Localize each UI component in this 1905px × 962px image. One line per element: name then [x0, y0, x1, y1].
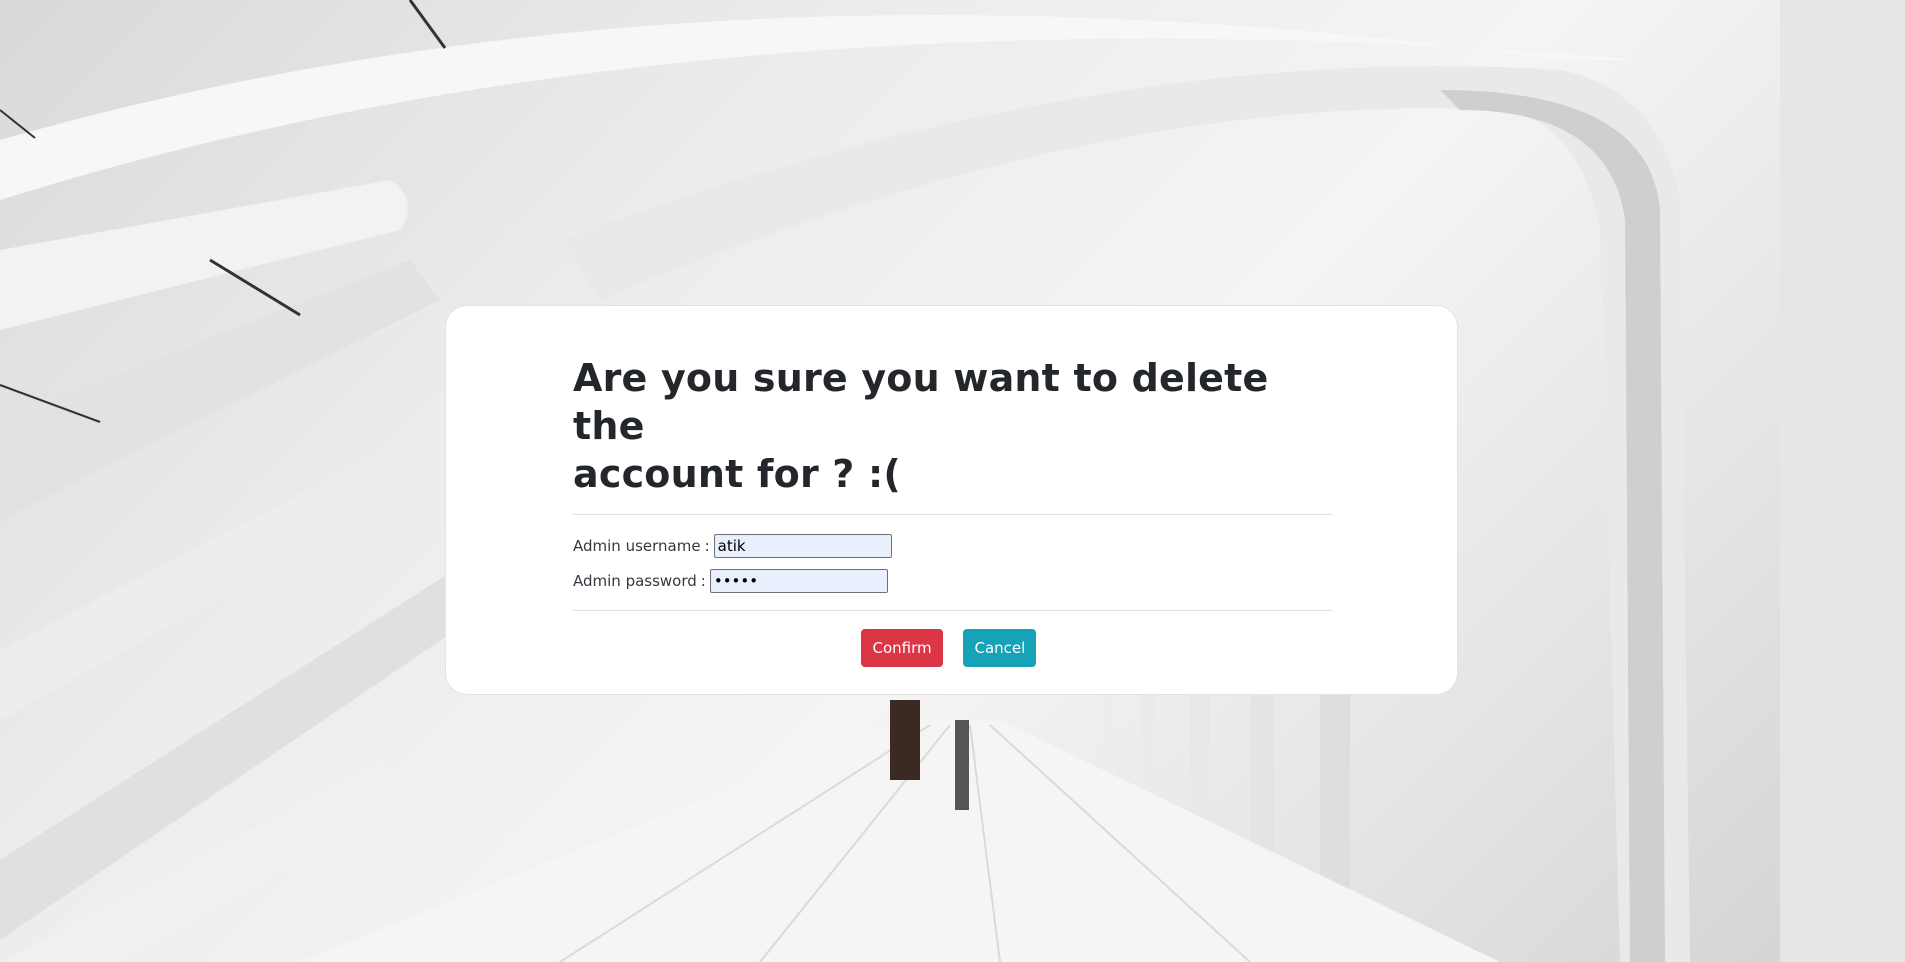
divider-bottom [573, 610, 1333, 611]
dialog-content: Are you sure you want to delete the acco… [573, 354, 1333, 667]
admin-username-input[interactable]: atik [713, 534, 892, 558]
delete-account-dialog: Are you sure you want to delete the acco… [445, 305, 1458, 695]
divider-top [573, 514, 1333, 515]
password-label: Admin password: [573, 572, 706, 590]
confirm-button[interactable]: Confirm [860, 629, 943, 667]
admin-password-input[interactable]: ••••• [709, 569, 888, 593]
password-row: Admin password: ••••• [573, 566, 1333, 596]
dialog-title: Are you sure you want to delete the acco… [573, 354, 1333, 498]
dialog-actions: Confirm Cancel [573, 629, 1333, 667]
username-row: Admin username: atik [573, 531, 1333, 561]
dialog-title-line-2: account for ? :( [573, 452, 901, 496]
username-label: Admin username: [573, 537, 710, 555]
cancel-button[interactable]: Cancel [962, 629, 1036, 667]
dialog-title-line-1: Are you sure you want to delete the [573, 356, 1269, 448]
